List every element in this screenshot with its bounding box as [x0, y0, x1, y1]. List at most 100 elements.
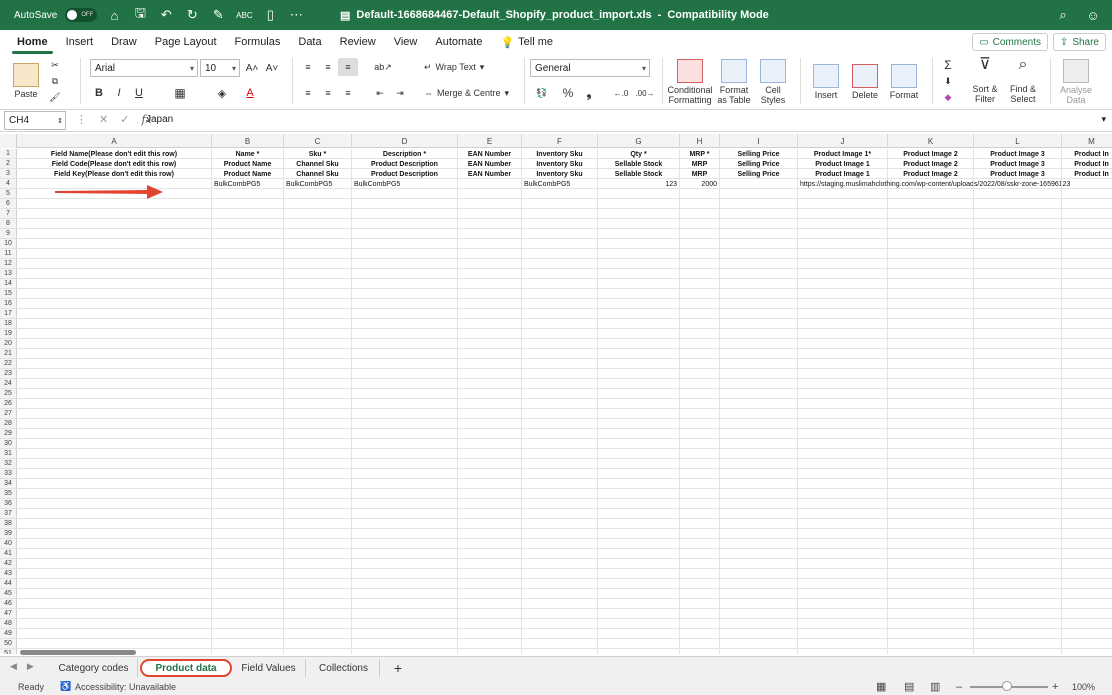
cell[interactable]	[720, 619, 798, 629]
cell[interactable]	[798, 329, 888, 339]
cell[interactable]	[352, 249, 458, 259]
cell[interactable]	[212, 559, 284, 569]
cell[interactable]	[798, 209, 888, 219]
analyse-data-button[interactable]: Analyse Data	[1054, 58, 1098, 106]
cell[interactable]	[458, 629, 522, 639]
cell[interactable]	[974, 519, 1062, 529]
cell[interactable]	[17, 309, 212, 319]
cell[interactable]	[598, 199, 680, 209]
cell[interactable]	[352, 269, 458, 279]
cell[interactable]	[458, 289, 522, 299]
paste-button[interactable]: Paste	[8, 58, 44, 104]
row-header[interactable]: 16	[0, 299, 17, 308]
cell[interactable]	[284, 559, 352, 569]
decrease-indent-icon[interactable]: ⇤	[372, 86, 388, 100]
cell[interactable]	[1062, 219, 1112, 229]
row-header[interactable]: 50	[0, 639, 17, 648]
autosum-icon[interactable]: Σ	[940, 58, 956, 72]
cell[interactable]	[212, 319, 284, 329]
cell[interactable]	[17, 229, 212, 239]
cell[interactable]	[598, 379, 680, 389]
cell[interactable]	[212, 269, 284, 279]
cell[interactable]	[720, 199, 798, 209]
cell[interactable]	[352, 589, 458, 599]
cell[interactable]	[798, 649, 888, 654]
cell[interactable]	[888, 189, 974, 199]
cell[interactable]	[680, 559, 720, 569]
cell[interactable]	[17, 269, 212, 279]
cell[interactable]: Selling Price	[720, 169, 798, 179]
cell[interactable]	[974, 549, 1062, 559]
cell[interactable]	[974, 619, 1062, 629]
cell[interactable]: BulkCombPG5	[352, 179, 458, 189]
cell[interactable]	[212, 609, 284, 619]
orientation-icon[interactable]: ab↗	[372, 60, 394, 74]
cell[interactable]	[798, 639, 888, 649]
zoom-out-button[interactable]: –	[956, 681, 962, 693]
cell[interactable]	[974, 319, 1062, 329]
cell[interactable]	[974, 359, 1062, 369]
cell[interactable]	[284, 249, 352, 259]
cell[interactable]: Inventory Sku	[522, 169, 598, 179]
cell[interactable]	[798, 589, 888, 599]
column-header[interactable]: K	[888, 134, 974, 148]
cell[interactable]	[888, 439, 974, 449]
cell[interactable]	[458, 649, 522, 654]
cell[interactable]	[974, 239, 1062, 249]
cell[interactable]	[598, 459, 680, 469]
cell[interactable]: EAN Number	[458, 169, 522, 179]
cell[interactable]	[888, 309, 974, 319]
borders-icon[interactable]: ▦	[170, 86, 190, 100]
cell[interactable]	[720, 189, 798, 199]
cell[interactable]	[522, 409, 598, 419]
cell[interactable]	[17, 349, 212, 359]
cell[interactable]	[888, 419, 974, 429]
cell[interactable]	[522, 209, 598, 219]
cell[interactable]	[680, 419, 720, 429]
cell[interactable]	[598, 309, 680, 319]
cell[interactable]	[888, 249, 974, 259]
cell[interactable]	[598, 269, 680, 279]
cell[interactable]	[798, 389, 888, 399]
row-header[interactable]: 29	[0, 429, 17, 438]
cell[interactable]: Description *	[352, 149, 458, 159]
cell[interactable]	[720, 469, 798, 479]
cell[interactable]	[798, 539, 888, 549]
cell[interactable]	[522, 299, 598, 309]
cell[interactable]	[974, 599, 1062, 609]
cell[interactable]	[680, 409, 720, 419]
currency-icon[interactable]: 💱	[532, 86, 552, 100]
row-header[interactable]: 19	[0, 329, 17, 338]
cell[interactable]	[17, 419, 212, 429]
cell[interactable]	[284, 419, 352, 429]
row-header[interactable]: 20	[0, 339, 17, 348]
cell[interactable]	[1062, 279, 1112, 289]
cell[interactable]	[284, 229, 352, 239]
cell[interactable]	[888, 549, 974, 559]
cell[interactable]	[974, 609, 1062, 619]
cell[interactable]	[888, 629, 974, 639]
cell[interactable]	[974, 589, 1062, 599]
cell[interactable]	[212, 289, 284, 299]
cell[interactable]	[798, 449, 888, 459]
cell[interactable]	[458, 309, 522, 319]
cell[interactable]	[798, 499, 888, 509]
cell[interactable]	[888, 449, 974, 459]
cell[interactable]	[212, 209, 284, 219]
cell[interactable]	[352, 459, 458, 469]
sheet-tab-collections[interactable]: Collections	[308, 659, 380, 677]
autosave-toggle[interactable]: OFF	[65, 8, 98, 22]
cell[interactable]	[598, 569, 680, 579]
cell[interactable]	[888, 339, 974, 349]
cell[interactable]: Product Image 1	[798, 159, 888, 169]
cell[interactable]	[1062, 609, 1112, 619]
cell[interactable]	[680, 249, 720, 259]
cell[interactable]	[798, 529, 888, 539]
cell[interactable]	[352, 489, 458, 499]
cell[interactable]	[974, 329, 1062, 339]
cell[interactable]	[1062, 399, 1112, 409]
cell[interactable]	[680, 489, 720, 499]
cell[interactable]	[680, 429, 720, 439]
cell[interactable]	[888, 199, 974, 209]
cell[interactable]	[17, 519, 212, 529]
